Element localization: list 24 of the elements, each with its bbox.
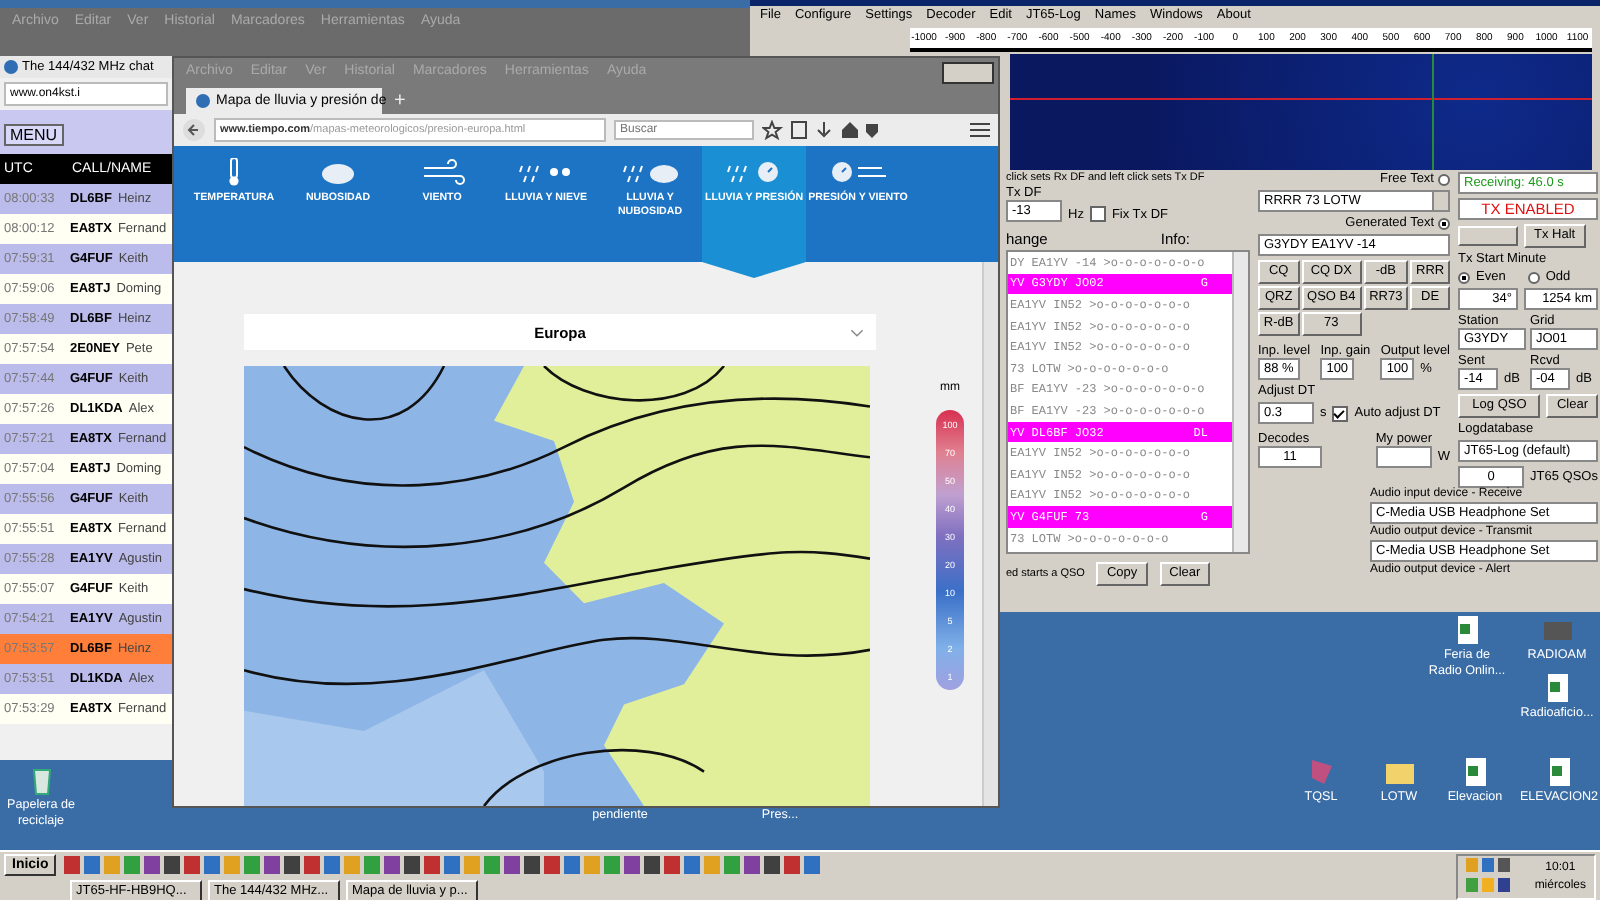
globe-icon: [4, 60, 18, 74]
radio-button[interactable]: [1438, 173, 1450, 185]
new-tab-button[interactable]: +: [394, 87, 406, 114]
checkbox[interactable]: [1089, 206, 1106, 222]
menu-button[interactable]: MENU: [4, 124, 64, 146]
scrollbar[interactable]: [982, 262, 998, 806]
gauge-wind-icon: [828, 158, 888, 186]
rain-gauge-icon: [724, 158, 784, 186]
toolbar-icons-drawing[interactable]: [762, 119, 882, 140]
power-field[interactable]: [1375, 446, 1432, 468]
checkbox[interactable]: [1332, 405, 1349, 421]
radio-button[interactable]: [1458, 271, 1470, 283]
radio-button[interactable]: [1527, 271, 1540, 283]
thermometer-icon: [228, 158, 240, 186]
window-controls-icon[interactable]: [942, 62, 994, 84]
menu-icon[interactable]: [970, 121, 990, 138]
cloud-icon: [320, 162, 356, 186]
caret-icon: [1432, 192, 1448, 210]
quick-launch-icons-drawing[interactable]: [62, 855, 823, 873]
back-icon[interactable]: [182, 117, 206, 142]
radio-button[interactable]: [1438, 217, 1450, 229]
globe-icon: [196, 93, 210, 108]
chevron-down-icon: [850, 327, 864, 337]
scrollbar[interactable]: [1232, 252, 1248, 552]
